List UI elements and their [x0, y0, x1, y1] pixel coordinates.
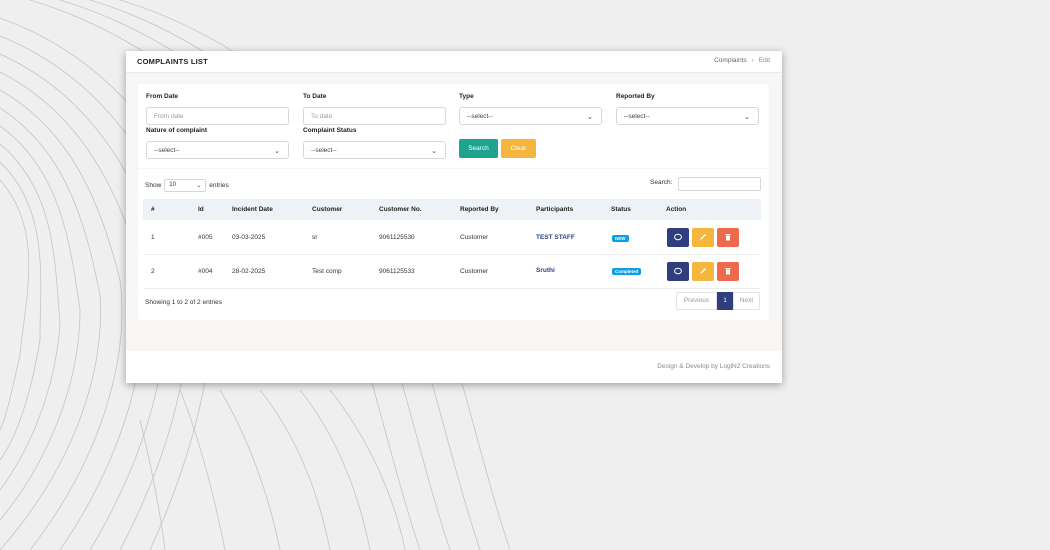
row-participants: Sruthi: [536, 267, 555, 274]
status-badge: NEW: [612, 235, 629, 242]
footer: Design & Develop by LogiN2 Creations: [126, 351, 782, 383]
showing-entries-text: Showing 1 to 2 of 2 entries: [145, 299, 222, 306]
pencil-icon: [700, 268, 706, 274]
col-number[interactable]: #: [151, 206, 155, 213]
col-status[interactable]: Status: [611, 206, 631, 213]
view-button[interactable]: [667, 262, 689, 281]
row-reported-by: Customer: [460, 234, 489, 241]
eye-icon: [674, 233, 682, 241]
delete-button[interactable]: [717, 262, 739, 281]
reported-by-label: Reported By: [616, 93, 655, 100]
next-page-button[interactable]: Next: [733, 292, 760, 310]
search-button[interactable]: Search: [459, 139, 498, 158]
col-reported-by[interactable]: Reported By: [460, 206, 499, 213]
show-entries: Show 10 ⌄ entries: [145, 179, 229, 192]
breadcrumb-separator-icon: ›: [751, 57, 754, 64]
table-row: 1 #005 03-03-2025 sr 9061125530 Customer…: [143, 221, 761, 255]
delete-button[interactable]: [717, 228, 739, 247]
row-customer: sr: [312, 234, 318, 241]
row-incident-date: 03-03-2025: [232, 234, 266, 241]
to-date-input[interactable]: To date: [303, 107, 446, 125]
table-card: Show 10 ⌄ entries Search: # Id Incident …: [138, 169, 769, 320]
edit-button[interactable]: [692, 262, 714, 281]
row-incident-date: 28-02-2025: [232, 268, 266, 275]
table-row: 2 #004 28-02-2025 Test comp 9061125533 C…: [143, 255, 761, 289]
status-label: Complaint Status: [303, 127, 357, 134]
complaints-window: COMPLAINTS LIST Complaints › Edit From D…: [126, 51, 782, 383]
row-id: #004: [198, 268, 213, 275]
status-badge: Completed: [612, 268, 642, 275]
entries-label: entries: [209, 182, 229, 189]
page-title: COMPLAINTS LIST: [137, 57, 208, 66]
trash-icon: [725, 268, 731, 275]
pagination: Previous 1 Next: [676, 292, 760, 310]
nature-label: Nature of complaint: [146, 127, 208, 134]
nature-select[interactable]: --select-- ⌄: [146, 141, 289, 159]
from-date-input[interactable]: From date: [146, 107, 289, 125]
type-label: Type: [459, 93, 474, 100]
clear-button[interactable]: Clear: [501, 139, 536, 158]
breadcrumb-complaints[interactable]: Complaints: [714, 57, 747, 64]
entries-select-value: 10: [169, 182, 176, 188]
col-customer[interactable]: Customer: [312, 206, 342, 213]
breadcrumb-edit: Edit: [758, 57, 770, 64]
nature-select-value: --select--: [154, 147, 180, 154]
col-incident-date[interactable]: Incident Date: [232, 206, 273, 213]
to-date-label: To Date: [303, 93, 327, 100]
row-reported-by: Customer: [460, 268, 489, 275]
row-number: 2: [151, 268, 155, 275]
footer-credit: Design & Develop by LogiN2 Creations: [657, 363, 770, 370]
page-1-button[interactable]: 1: [717, 292, 733, 310]
chevron-down-icon: ⌄: [274, 148, 280, 155]
col-participants[interactable]: Participants: [536, 206, 573, 213]
col-id[interactable]: Id: [198, 206, 204, 213]
col-customer-no[interactable]: Customer No.: [379, 206, 422, 213]
filter-card: From Date From date To Date To date Type…: [138, 84, 769, 168]
reported-by-select-value: --select--: [624, 113, 650, 120]
type-select-value: --select--: [467, 113, 493, 120]
table-search-input[interactable]: [678, 177, 761, 191]
row-participants: TEST STAFF: [536, 234, 575, 241]
entries-select[interactable]: 10 ⌄: [164, 179, 207, 192]
reported-by-select[interactable]: --select-- ⌄: [616, 107, 759, 125]
edit-button[interactable]: [692, 228, 714, 247]
eye-icon: [674, 267, 682, 275]
row-number: 1: [151, 234, 155, 241]
trash-icon: [725, 234, 731, 241]
chevron-down-icon: ⌄: [196, 183, 202, 189]
breadcrumb: Complaints › Edit: [714, 57, 770, 64]
row-customer-no: 9061125530: [379, 234, 415, 241]
row-id: #005: [198, 234, 213, 241]
chevron-down-icon: ⌄: [431, 148, 437, 155]
col-action: Action: [666, 206, 687, 213]
show-label: Show: [145, 182, 162, 189]
pencil-icon: [700, 234, 706, 240]
from-date-label: From Date: [146, 93, 179, 100]
table-search-label: Search:: [650, 179, 673, 186]
previous-page-button[interactable]: Previous: [676, 292, 717, 310]
chevron-down-icon: ⌄: [744, 114, 750, 121]
status-select-value: --select--: [311, 147, 337, 154]
row-customer-no: 9061125533: [379, 268, 415, 275]
status-select[interactable]: --select-- ⌄: [303, 141, 446, 159]
type-select[interactable]: --select-- ⌄: [459, 107, 602, 125]
top-bar: COMPLAINTS LIST Complaints › Edit: [126, 51, 782, 73]
table-header: # Id Incident Date Customer Customer No.…: [143, 199, 761, 220]
view-button[interactable]: [667, 228, 689, 247]
row-customer: Test comp: [312, 268, 342, 275]
chevron-down-icon: ⌄: [587, 114, 593, 121]
